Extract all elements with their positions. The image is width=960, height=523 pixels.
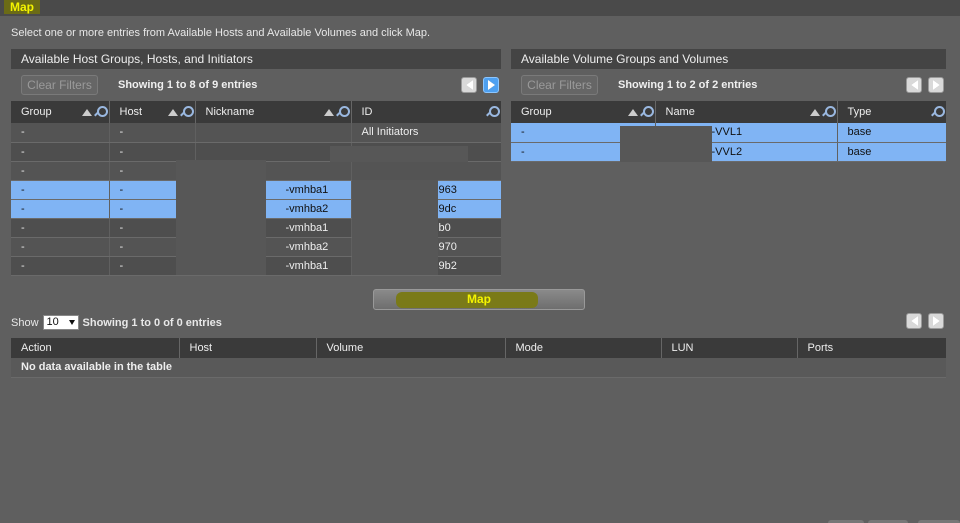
table-row[interactable]: - -VVL1 base [511,123,946,143]
map-button[interactable]: Map [373,289,585,310]
sort-asc-icon [809,108,820,116]
hosts-next-page-button[interactable] [483,77,499,93]
filter-icon[interactable] [335,106,350,118]
filter-icon[interactable] [639,106,654,118]
chevron-down-icon [68,320,75,325]
volumes-table: Group Name Type - -VVL1 base - -VVL2 base [511,101,946,162]
filter-icon[interactable] [485,106,500,118]
volumes-showing-text: Showing 1 to 2 of 2 entries [618,79,758,91]
mappings-prev-page-button[interactable] [906,313,922,329]
filter-icon[interactable] [93,106,108,118]
arrow-left-icon [465,80,473,90]
mappings-next-page-button[interactable] [928,313,944,329]
empty-message: No data available in the table [11,358,946,378]
arrow-left-icon [910,316,918,326]
mappings-col-ports[interactable]: Ports [797,338,946,358]
volumes-col-name[interactable]: Name [655,101,838,123]
redacted-area [176,160,266,275]
hosts-table-header-row: Group Host Nickname ID [11,101,501,123]
hosts-col-group[interactable]: Group [11,101,110,123]
volumes-panel-header: Available Volume Groups and Volumes [511,49,946,69]
volumes-col-type[interactable]: Type [837,101,946,123]
hosts-clear-filters-button[interactable]: Clear Filters [21,75,98,95]
hosts-col-id[interactable]: ID [351,101,501,123]
sort-asc-icon [627,108,638,116]
table-row[interactable]: - - All Initiators [11,123,501,143]
hosts-prev-page-button[interactable] [461,77,477,93]
redacted-area [352,180,438,275]
title-bar [0,0,960,16]
mappings-table: Action Host Volume Mode LUN Ports No dat… [11,338,946,378]
table-row[interactable]: - -VVL2 base [511,142,946,162]
volumes-prev-page-button[interactable] [906,77,922,93]
arrow-right-icon [932,80,940,90]
sort-asc-icon [81,108,92,116]
instructions-text: Select one or more entries from Availabl… [11,27,431,39]
empty-row: No data available in the table [11,358,946,378]
sort-asc-icon [167,108,178,116]
volumes-col-group[interactable]: Group [511,101,656,123]
mappings-showing-text: Showing 1 to 0 of 0 entries [82,316,222,329]
hosts-col-nickname[interactable]: Nickname [195,101,352,123]
volumes-table-body: - -VVL1 base - -VVL2 base [511,123,946,162]
arrow-right-icon [932,316,940,326]
arrow-right-icon [487,80,495,90]
redacted-area [620,126,712,162]
mappings-col-volume[interactable]: Volume [316,338,506,358]
hosts-col-host[interactable]: Host [109,101,196,123]
show-label: Show [11,316,39,329]
page-size-control: Show 10 Showing 1 to 0 of 0 entries [11,315,222,330]
page-title: Map [4,0,40,14]
volumes-next-page-button[interactable] [928,77,944,93]
volumes-clear-filters-button[interactable]: Clear Filters [521,75,598,95]
mappings-table-header-row: Action Host Volume Mode LUN Ports [11,338,946,358]
hosts-panel-header: Available Host Groups, Hosts, and Initia… [11,49,501,69]
mappings-table-body: No data available in the table [11,358,946,378]
mappings-col-action[interactable]: Action [11,338,180,358]
arrow-left-icon [910,80,918,90]
volumes-table-header-row: Group Name Type [511,101,946,123]
mappings-col-host[interactable]: Host [179,338,317,358]
redacted-area [330,146,468,162]
mappings-col-mode[interactable]: Mode [505,338,662,358]
sort-asc-icon [323,108,334,116]
filter-icon[interactable] [930,106,945,118]
hosts-showing-text: Showing 1 to 8 of 9 entries [118,79,258,91]
page-size-select[interactable]: 10 [42,315,79,330]
mappings-col-lun[interactable]: LUN [661,338,798,358]
filter-icon[interactable] [821,106,836,118]
filter-icon[interactable] [179,106,194,118]
